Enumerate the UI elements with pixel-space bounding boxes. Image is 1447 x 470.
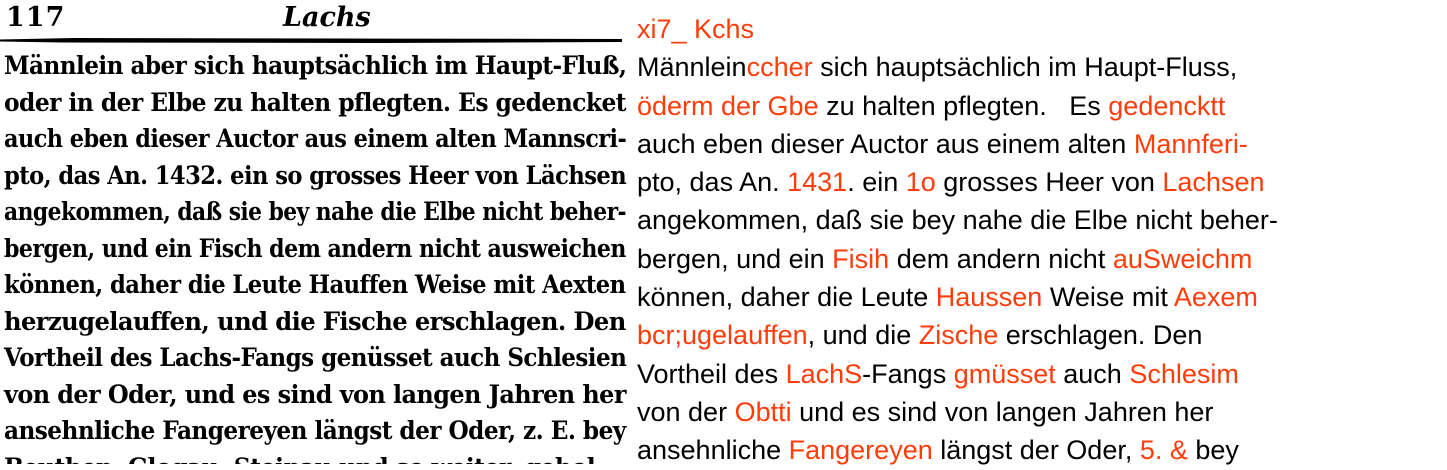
ocr-text-segment: sich hauptsächlich im Haupt-Fluss, [812, 52, 1238, 83]
ocr-text-segment: bergen, und ein [637, 243, 833, 274]
ocr-header-line: xi7_ Kchs [637, 10, 1443, 48]
ocr-transcription-panel: xi7_ Kchs Männleinccher sich hauptsächlic… [637, 10, 1443, 470]
ocr-text-segment: . ein [847, 167, 906, 198]
ocr-text-line: bergen, und ein Fisih dem andern nicht a… [637, 240, 1443, 278]
ocr-text-segment: auch eben dieser Auctor aus einem alten [637, 128, 1134, 159]
ocr-text-segment: angekommen, daß sie bey nahe die Elbe ni… [637, 205, 1278, 236]
scan-text-line: bergen, und ein Fisch dem andern nicht a… [4, 233, 626, 263]
ocr-text-segment: grosses Heer von [935, 167, 1163, 198]
ocr-error-word: ccher [746, 52, 813, 83]
scan-text-line: Vortheil des Lachs-Fangs genüsset auch S… [4, 343, 627, 372]
ocr-error-word: Fangereyen [788, 435, 933, 466]
scan-text-line: pto, das An. 1432. ein so grosses Heer v… [4, 160, 627, 190]
ocr-error-word: Mannferi- [1133, 128, 1248, 159]
ocr-text-segment: von der [637, 396, 735, 427]
ocr-text-line: angekommen, daß sie bey nahe die Elbe ni… [637, 201, 1443, 239]
ocr-text-line: Männleinccher sich hauptsächlich im Haup… [637, 48, 1443, 86]
ocr-error-word: auSweichm [1112, 243, 1253, 274]
scan-text-line: oder in der Elbe zu halten pflegten. Es … [4, 87, 627, 117]
scanned-page-image: 117 Lachs Männlein aber sich hauptsächli… [0, 0, 630, 464]
ocr-text-segment: erschlagen. Den [998, 320, 1203, 351]
scan-running-head: Lachs [283, 2, 371, 33]
ocr-text-segment: Männlein [637, 52, 747, 83]
ocr-text-line: auch eben dieser Auctor aus einem alten … [637, 125, 1443, 163]
scan-page-number: 117 [6, 2, 66, 33]
ocr-text-segment: ansehnliche [637, 435, 789, 466]
scan-text-line: von der Oder, und es sind von langen Jah… [4, 379, 626, 409]
ocr-text-line: Vortheil des LachS-Fangs gmüsset auch Sc… [637, 355, 1443, 393]
scan-text-line: herzugelauffen, und die Fische erschlage… [4, 306, 626, 336]
ocr-error-word: 5. & [1139, 435, 1188, 466]
ocr-text-segment: , und die [807, 320, 919, 351]
ocr-text-segment: dem andern nicht [889, 243, 1113, 274]
scan-text-line: Männlein aber sich hauptsächlich im Haup… [4, 51, 627, 80]
ocr-error-word: öderm der Gbe [637, 90, 819, 121]
ocr-error-word: 1431 [787, 167, 848, 198]
ocr-error-word: LachS [785, 358, 863, 389]
ocr-error-word: Obtti [734, 396, 792, 427]
scan-page-header: 117 Lachs [6, 2, 626, 36]
ocr-error-word: Lachsen [1162, 167, 1265, 198]
ocr-text-line: pto, das An. 1431. ein 1o grosses Heer v… [637, 163, 1443, 201]
ocr-text-segment: Weise mit [1042, 282, 1174, 313]
ocr-text-segment: auch [1055, 358, 1130, 389]
scan-text-line: können, daher die Leute Hauffen Weise mi… [4, 270, 626, 299]
scan-text-line: auch eben dieser Auctor aus einem alten … [4, 124, 627, 153]
ocr-text-segment: zu halten pflegten. Es [818, 90, 1109, 121]
ocr-error-word: gmüsset [953, 358, 1056, 389]
ocr-text-segment: und es sind von langen Jahren her [791, 396, 1214, 427]
ocr-error-word: gedencktt [1108, 90, 1226, 121]
ocr-text-segment: -Fangs [862, 358, 954, 389]
ocr-error-word: Fisih [832, 243, 890, 274]
scan-text-line: angekommen, daß sie bey nahe die Elbe ni… [4, 197, 627, 226]
ocr-error-word: Aexem [1173, 282, 1258, 313]
ocr-text-segment: längst der Oder, [932, 435, 1140, 466]
ocr-error-word: xi7_ Kchs [637, 14, 755, 44]
ocr-text-segment: pto, das An. [637, 167, 788, 198]
scan-text-line: ansehnliche Fangereyen längst der Oder, … [4, 416, 626, 445]
ocr-error-word: Zische [918, 320, 999, 351]
ocr-text-line: öderm der Gbe zu halten pflegten. Es ged… [637, 87, 1443, 125]
ocr-error-word: Schlesim [1129, 358, 1239, 389]
header-rule [0, 38, 622, 43]
ocr-text-segment: bey [1187, 435, 1239, 466]
ocr-text-line: bcr;ugelauffen, und die Zische erschlage… [637, 316, 1443, 354]
ocr-text-segment: Vortheil des [637, 358, 786, 389]
scan-text-line: Beuthen, Glogau, Steinau und so weiter, … [4, 450, 596, 465]
ocr-text-line: können, daher die Leute Haussen Weise mi… [637, 278, 1443, 316]
ocr-error-word: bcr;ugelauffen [637, 320, 808, 351]
ocr-error-word: 1o [905, 167, 936, 198]
ocr-text-segment: können, daher die Leute [637, 282, 936, 313]
scan-text-block: Männlein aber sich hauptsächlich im Haup… [4, 48, 630, 464]
ocr-text-line: von der Obtti und es sind von langen Jah… [637, 393, 1443, 431]
ocr-error-word: Haussen [935, 282, 1043, 313]
